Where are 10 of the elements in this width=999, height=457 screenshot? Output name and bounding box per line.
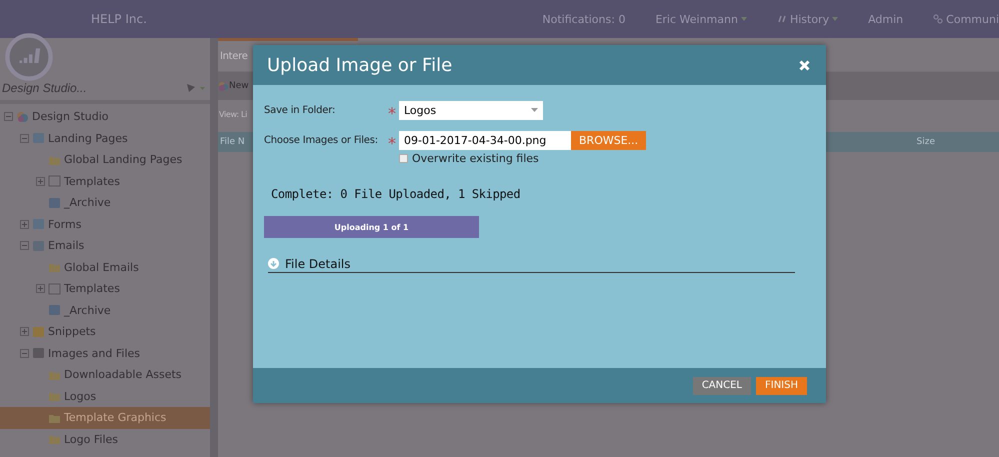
required-mark: *	[388, 134, 397, 152]
view-label: View: Li	[218, 109, 248, 121]
checkbox-label: Overwrite existing files	[412, 152, 539, 165]
company-name: HELP Inc.	[91, 12, 148, 26]
progress-text: Uploading 1 of 1	[333, 222, 410, 234]
dialog-title: Upload Image or File	[267, 54, 452, 76]
required-mark: *	[388, 104, 397, 122]
field-label: Choose Images or Files:	[264, 134, 379, 146]
upload-status: Complete: 0 File Uploaded, 1 Skipped	[271, 187, 522, 201]
field-label: Save in Folder:	[264, 104, 336, 116]
